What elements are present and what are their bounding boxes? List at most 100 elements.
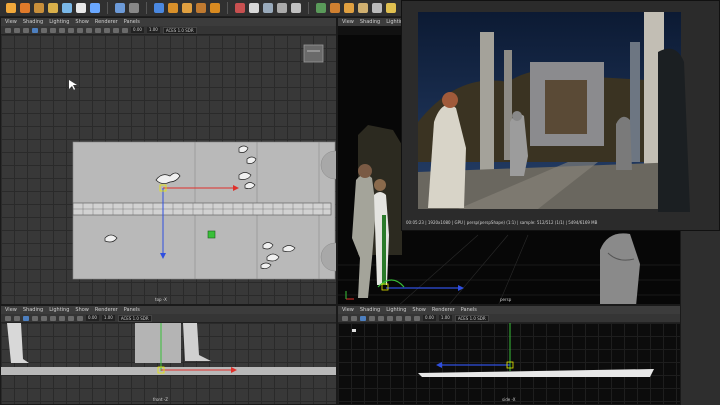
camera-attr-icon[interactable] [5,27,11,33]
viewport-canvas[interactable]: side -X [338,323,680,404]
film-gate-icon[interactable] [41,27,47,33]
edge-icon[interactable] [196,3,206,13]
exposure-field[interactable]: 0.00 [131,27,144,33]
gamma-field[interactable]: 1.00 [146,27,160,33]
menu-show[interactable]: Show [75,18,89,26]
bookmark-icon[interactable] [14,315,20,321]
vertex-icon[interactable] [182,3,192,13]
smooth-shade-icon[interactable] [68,27,74,33]
shadows-icon[interactable] [95,27,101,33]
textures-icon[interactable] [77,27,83,33]
smooth-shade-icon[interactable] [41,315,47,321]
bookmark-icon[interactable] [351,315,357,321]
top-viewport[interactable]: View Shading Lighting Show Renderer Pane… [0,17,337,305]
menu-renderer[interactable]: Renderer [95,18,118,26]
menu-lighting[interactable]: Lighting [386,306,406,314]
grid-toggle-icon[interactable] [23,315,29,321]
right-sidebar [681,231,720,405]
rotate-icon[interactable] [34,3,44,13]
ao-icon[interactable] [104,27,110,33]
component-mode-icon[interactable] [168,3,178,13]
render-icon[interactable] [330,3,340,13]
exposure-field[interactable]: 0.00 [423,315,436,321]
menu-panels[interactable]: Panels [461,306,477,314]
menu-show[interactable]: Show [75,306,89,314]
isolate-icon[interactable] [113,27,119,33]
scale-icon[interactable] [48,3,58,13]
shadows-icon[interactable] [68,315,74,321]
textures-icon[interactable] [50,315,56,321]
snap-curve-icon[interactable] [249,3,259,13]
select-icon[interactable] [6,3,16,13]
camera-attr-icon[interactable] [342,315,348,321]
panel-menubar: View Shading Lighting Show Renderer Pane… [1,306,336,314]
gamma-field[interactable]: 1.00 [101,315,115,321]
camera-label: top -X [155,297,167,302]
paint-icon[interactable] [115,3,125,13]
render-settings-icon[interactable] [358,3,368,13]
menu-panels[interactable]: Panels [124,306,140,314]
grid-toggle-icon[interactable] [360,315,366,321]
camera-label: persp [500,297,512,302]
camera-attr-icon[interactable] [5,315,11,321]
wireframe-icon[interactable] [32,315,38,321]
grid-toggle-icon[interactable] [32,27,38,33]
snap-curve-icon[interactable] [76,3,86,13]
textures-icon[interactable] [387,315,393,321]
menu-view[interactable]: View [5,18,17,26]
face-icon[interactable] [210,3,220,13]
colorspace-dropdown[interactable]: ACES 1.0 SDR [162,26,197,34]
smooth-shade-icon[interactable] [378,315,384,321]
isolate-icon[interactable] [77,315,83,321]
bookmark-icon[interactable] [14,27,20,33]
viewport-canvas[interactable]: front -Z [1,323,336,404]
lights-icon[interactable] [86,27,92,33]
colorspace-dropdown[interactable]: ACES 1.0 SDR [117,314,152,322]
isolate-icon[interactable] [414,315,420,321]
front-viewport[interactable]: View Shading Lighting Show Renderer Pane… [0,305,337,405]
side-viewport[interactable]: View Shading Lighting Show Renderer Pane… [337,305,681,405]
menu-lighting[interactable]: Lighting [49,306,69,314]
snap-grid-icon[interactable] [62,3,72,13]
menu-shading[interactable]: Shading [23,18,43,26]
menu-shading[interactable]: Shading [23,306,43,314]
exposure-field[interactable]: 0.00 [86,315,99,321]
gamma-field[interactable]: 1.00 [438,315,452,321]
panel-toolbar: 0.00 1.00 ACES 1.0 SDR [1,314,336,323]
snap-point-icon[interactable] [90,3,100,13]
snap-plane-icon[interactable] [277,3,287,13]
wireframe-icon[interactable] [369,315,375,321]
xray-icon[interactable] [122,27,128,33]
camera-icon[interactable] [129,3,139,13]
menu-renderer[interactable]: Renderer [432,306,455,314]
menu-shading[interactable]: Shading [360,306,380,314]
menu-panels[interactable]: Panels [124,18,140,26]
object-mode-icon[interactable] [154,3,164,13]
menu-lighting[interactable]: Lighting [49,18,69,26]
locator-icon[interactable] [207,230,216,239]
snap-point-icon[interactable] [263,3,273,13]
render-view-icon[interactable] [386,3,396,13]
lights-icon[interactable] [59,315,65,321]
move-icon[interactable] [20,3,30,13]
menu-show[interactable]: Show [412,306,426,314]
menu-shading[interactable]: Shading [360,18,380,26]
menu-view[interactable]: View [342,306,354,314]
snap-live-icon[interactable] [291,3,301,13]
lights-icon[interactable] [396,315,402,321]
menu-renderer[interactable]: Renderer [95,306,118,314]
image-plane-icon[interactable] [23,27,29,33]
menu-view[interactable]: View [342,18,354,26]
ipr-icon[interactable] [344,3,354,13]
hypershade-icon[interactable] [372,3,382,13]
resolution-gate-icon[interactable] [50,27,56,33]
menu-view[interactable]: View [5,306,17,314]
shadows-icon[interactable] [405,315,411,321]
viewcube-icon[interactable] [303,44,324,63]
history-icon[interactable] [316,3,326,13]
viewport-canvas[interactable]: top -X [1,35,336,304]
colorspace-dropdown[interactable]: ACES 1.0 SDR [454,314,489,322]
wireframe-icon[interactable] [59,27,65,33]
render-view-window[interactable]: 00:05:23 | 1920x1080 | GPU | persp(persp… [401,0,720,231]
magnet-icon[interactable] [235,3,245,13]
